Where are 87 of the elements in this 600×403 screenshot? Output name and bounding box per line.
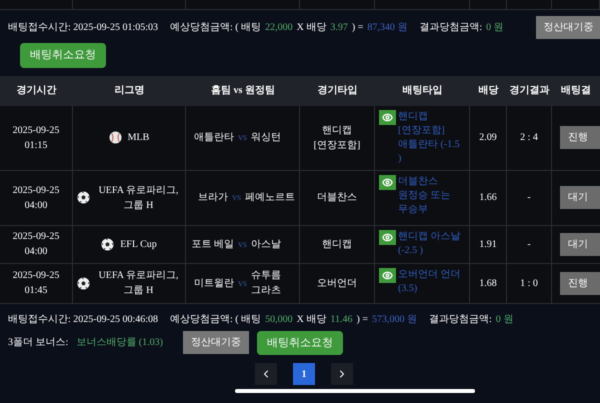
match-time: 04:00 bbox=[24, 245, 48, 259]
eye-icon[interactable] bbox=[379, 268, 396, 282]
soccer-ball-icon bbox=[77, 276, 90, 290]
next-page-button[interactable] bbox=[331, 363, 353, 385]
game-type: 오버언더 bbox=[317, 276, 357, 290]
column-header: 배팅타입 bbox=[402, 84, 442, 98]
odds-value: 2.09 bbox=[479, 131, 497, 145]
odds-value: 1.66 bbox=[479, 191, 497, 205]
odds-value: 1.91 bbox=[479, 238, 497, 252]
equals-sign: ) = bbox=[352, 21, 364, 35]
bet-type-link[interactable]: 더블찬스 원정승 또는 무승부 bbox=[398, 174, 465, 216]
bet-type-link[interactable]: 오버언더 언더 (3.5) bbox=[398, 268, 465, 296]
odds-label: X 배당 bbox=[296, 21, 326, 35]
match-time: 01:15 bbox=[24, 138, 48, 152]
baseball-icon bbox=[108, 131, 122, 144]
away-team: 슈투름 그라츠 bbox=[250, 269, 282, 298]
stake-amount: 22,000 bbox=[265, 21, 293, 35]
received-time: 배팅접수시간: 2025-09-25 01:05:03 bbox=[8, 21, 158, 35]
match-date: 2025-09-25 bbox=[12, 269, 60, 283]
home-team: 애틀란타 bbox=[194, 131, 234, 145]
match-score: 2 : 4 bbox=[520, 131, 538, 145]
page-button[interactable]: 1 bbox=[293, 363, 315, 385]
match-score: 1 : 0 bbox=[520, 276, 538, 290]
match-date: 2025-09-25 bbox=[12, 124, 60, 138]
match-score: - bbox=[527, 191, 531, 205]
total-odds: 11.46 bbox=[330, 312, 352, 326]
total-odds: 3.97 bbox=[330, 21, 348, 35]
result-label: 결과당첨금액: bbox=[419, 21, 482, 35]
bonus-label: 3폴더 보너스: bbox=[8, 336, 68, 350]
result-amount: 0 원 bbox=[486, 21, 504, 35]
column-header: 경기결과 bbox=[510, 84, 550, 98]
status-button[interactable]: 정산대기중 bbox=[536, 16, 600, 39]
game-type: 더블찬스 bbox=[317, 191, 357, 205]
stake-amount: 50,000 bbox=[265, 312, 293, 326]
previous-page-button[interactable] bbox=[255, 363, 277, 385]
odds-label: X 배당 bbox=[296, 312, 326, 326]
status-button[interactable]: 대기 bbox=[560, 186, 600, 209]
soccer-ball-icon bbox=[101, 238, 114, 250]
versus-label: vs bbox=[238, 276, 247, 290]
column-header: 경기시간 bbox=[16, 84, 56, 98]
column-header: 홈팀 vs 원정팀 bbox=[211, 84, 275, 98]
versus-label: vs bbox=[238, 238, 247, 252]
versus-label: vs bbox=[238, 131, 247, 145]
game-type: 핸디캡 bbox=[322, 238, 352, 252]
league-name: MLB bbox=[128, 131, 150, 145]
match-date: 2025-09-25 bbox=[12, 230, 60, 244]
payout-amount: 573,000 원 bbox=[372, 312, 417, 326]
odds-value: 1.68 bbox=[479, 276, 497, 290]
home-team: 포트 베일 bbox=[192, 238, 234, 252]
home-team: 미트윌란 bbox=[194, 276, 234, 290]
bet-type-link[interactable]: 핸디캡 [연장포함] 애틀란타 (-1.5 ) bbox=[398, 110, 465, 166]
game-type: 핸디캡 [연장포함] bbox=[312, 124, 362, 152]
status-button[interactable]: 정산대기중 bbox=[182, 331, 249, 354]
column-header: 경기타입 bbox=[318, 84, 358, 98]
status-button[interactable]: 진행 bbox=[560, 272, 600, 294]
expected-label: 예상당첨금액: ( 배팅 bbox=[170, 312, 262, 326]
received-time: 배팅접수시간: 2025-09-25 00:46:08 bbox=[8, 312, 158, 326]
home-team: 브라가 bbox=[198, 191, 228, 205]
column-header: 배팅결 bbox=[561, 84, 591, 98]
soccer-ball-icon bbox=[77, 191, 90, 204]
match-score: - bbox=[527, 238, 531, 252]
eye-icon[interactable] bbox=[379, 174, 396, 190]
cancel-bet-button[interactable]: 배팅취소요청 bbox=[256, 330, 343, 355]
away-team: 페예노르트 bbox=[245, 191, 295, 205]
column-header: 리그명 bbox=[114, 84, 144, 98]
match-time: 01:45 bbox=[24, 284, 48, 298]
versus-label: vs bbox=[232, 191, 241, 205]
result-amount: 0 원 bbox=[496, 312, 514, 326]
match-date: 2025-09-25 bbox=[12, 184, 60, 198]
away-team: 아스날 bbox=[250, 238, 281, 252]
expected-label: 예상당첨금액: ( 배팅 bbox=[170, 21, 262, 35]
result-label: 결과당첨금액: bbox=[428, 312, 492, 326]
eye-icon[interactable] bbox=[379, 230, 396, 244]
league-name: UEFA 유로파리그, 그룹 H bbox=[98, 269, 180, 298]
cancel-bet-button[interactable]: 배팅취소요청 bbox=[20, 43, 106, 68]
away-team: 워싱턴 bbox=[250, 131, 281, 145]
equals-sign: ) = bbox=[356, 312, 368, 326]
eye-icon[interactable] bbox=[379, 110, 396, 124]
status-button[interactable]: 진행 bbox=[560, 126, 600, 149]
league-name: UEFA 유로파리그, 그룹 H bbox=[98, 184, 180, 212]
bet-type-link[interactable]: 핸디캡 아스날 (-2.5 ) bbox=[398, 230, 465, 258]
bonus-odds: 보너스배당률 (1.03) bbox=[76, 336, 163, 350]
league-name: EFL Cup bbox=[120, 238, 157, 252]
column-header: 배당 bbox=[478, 84, 498, 98]
match-time: 04:00 bbox=[24, 198, 48, 212]
payout-amount: 87,340 원 bbox=[367, 21, 408, 35]
status-button[interactable]: 대기 bbox=[560, 232, 600, 256]
